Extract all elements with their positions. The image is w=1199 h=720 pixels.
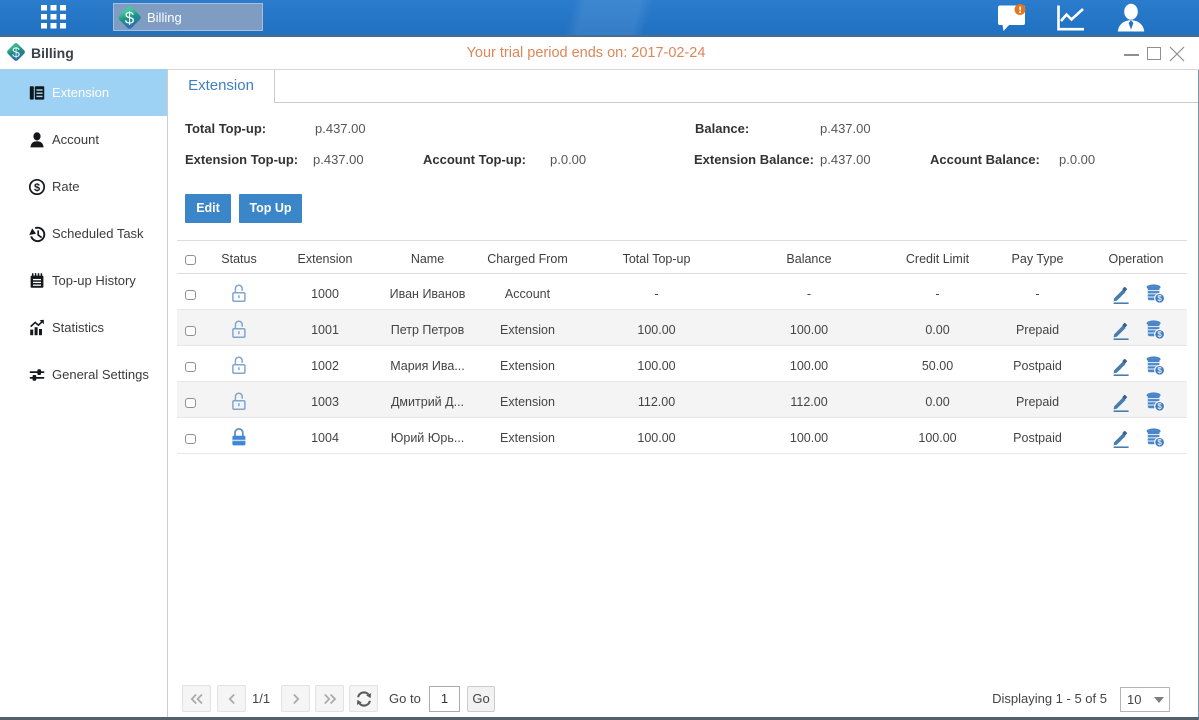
svg-text:$: $ [1157,330,1162,339]
svg-text:$: $ [1157,294,1162,303]
svg-text:$: $ [34,182,40,194]
svg-text:$: $ [125,9,135,28]
svg-text:$: $ [1157,402,1162,411]
svg-text:$: $ [1157,366,1162,375]
svg-text:$: $ [1157,438,1162,447]
